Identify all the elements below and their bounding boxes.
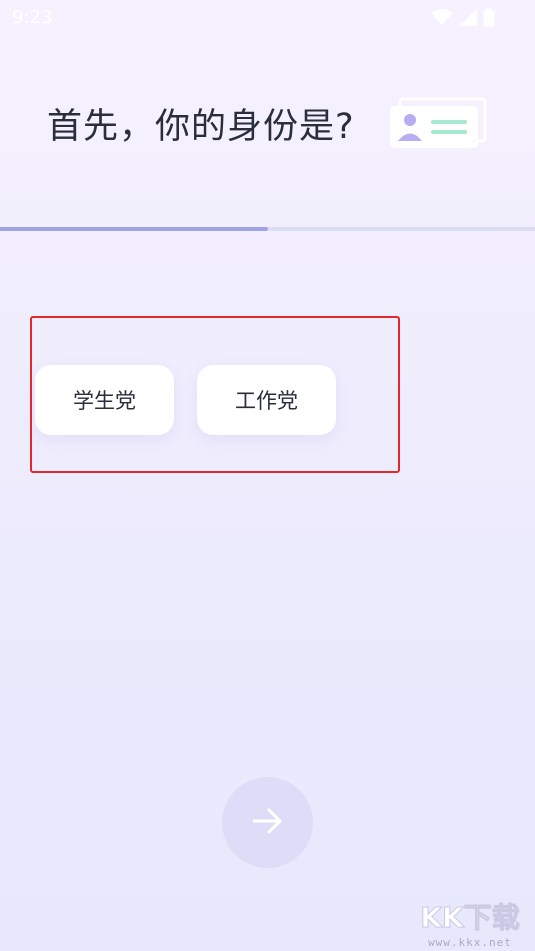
progress-track — [0, 227, 535, 231]
wifi-icon — [431, 9, 453, 26]
progress-fill — [0, 227, 268, 231]
watermark-url: www.kkx.net — [428, 936, 512, 949]
signal-icon — [459, 9, 477, 26]
next-button[interactable] — [222, 777, 313, 868]
watermark-logo-text: KK下载 — [420, 901, 519, 934]
id-card-icon — [388, 97, 488, 151]
page-title: 首先，你的身份是? — [47, 107, 355, 147]
option-worker-button[interactable]: 工作党 — [197, 365, 336, 435]
status-icons — [431, 8, 495, 27]
watermark-logo: KK下载 — [409, 897, 531, 935]
arrow-right-icon — [251, 806, 285, 840]
status-time: 9:23 — [12, 7, 53, 28]
watermark: KK下载 www.kkx.net — [409, 897, 531, 950]
status-bar: 9:23 — [0, 0, 535, 36]
option-student-button[interactable]: 学生党 — [35, 365, 174, 435]
battery-icon — [483, 8, 495, 27]
